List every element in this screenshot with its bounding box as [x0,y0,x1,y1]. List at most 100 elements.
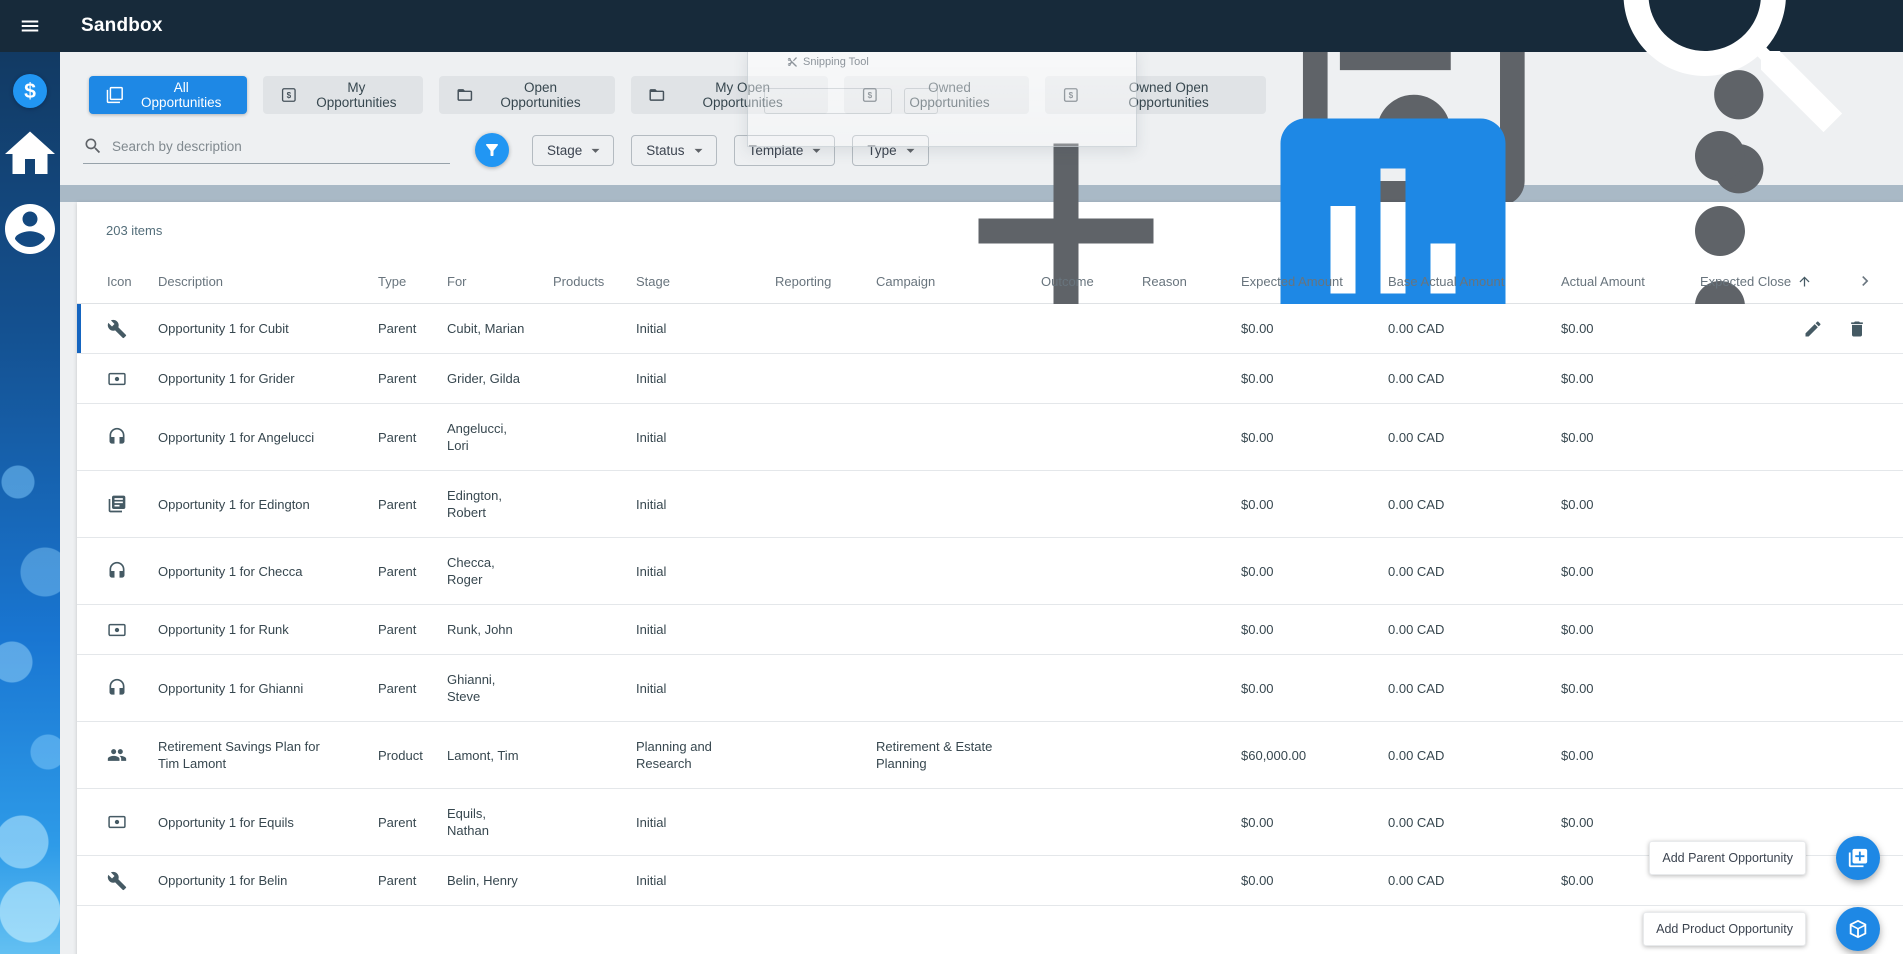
opportunities-grid: 203 items Icon Description Type For Products… [77,118,1903,954]
column-header-expected-close[interactable]: Expected Close [1700,273,1840,290]
table-row[interactable]: Opportunity 1 for Cubit Parent Cubit, Mari… [77,304,1903,354]
view-tab-open-opportunities[interactable]: Open Opportunities [439,75,615,114]
pagination-bar: Items per page [77,906,1903,954]
global-search-button[interactable] [1586,0,1886,176]
cell-stage: Initial [636,873,667,888]
column-header-products[interactable]: Products [553,273,636,290]
cell-expected-close [1700,555,1840,587]
cell-reporting [775,555,876,587]
table-row[interactable]: Opportunity 1 for Checca Parent Checca, Ro… [77,538,1903,605]
table-row[interactable]: Opportunity 1 for Ghianni Parent Ghianni, … [77,655,1903,722]
folder-icon [648,86,666,104]
column-header-actual-amount[interactable]: Actual Amount [1561,273,1700,290]
cell-expected-close [1700,739,1840,771]
filter-button[interactable] [475,133,509,167]
column-header-outcome[interactable]: Outcome [1041,273,1142,290]
cell-products [553,865,636,897]
cell-base-actual-amount: 0.00 CAD [1388,496,1445,512]
payment-icon [107,620,127,640]
sort-ascending-icon [1797,274,1812,289]
cell-base-actual-amount: 0.00 CAD [1388,563,1445,579]
view-tab-all-opportunities[interactable]: All Opportunities [89,75,247,114]
svg-text:$: $ [867,91,872,100]
search-input[interactable] [112,138,450,154]
cell-for: Runk, John [447,622,513,637]
cell-expected-close [1700,488,1840,520]
dropdown-label: Status [646,142,685,158]
cell-campaign [876,865,1041,897]
stage-filter-dropdown[interactable]: Stage [532,134,615,166]
cell-expected-amount: $0.00 [1241,622,1274,637]
cell-type: Parent [378,680,417,696]
template-filter-dropdown[interactable]: Template [733,134,836,166]
column-header-type[interactable]: Type [378,273,447,290]
dollar-icon: $ [13,74,47,108]
add-parent-opportunity-button[interactable] [1836,836,1880,880]
column-header-expected-amount[interactable]: Expected Amount [1241,273,1388,290]
cell-stage: Initial [636,429,667,445]
cell-actual-amount: $0.00 [1561,814,1594,830]
cell-campaign: Retirement & Estate Planning [876,739,993,771]
view-tab-my-opportunities[interactable]: $ My Opportunities [262,75,424,114]
delete-row-button[interactable] [1847,319,1867,339]
news-icon [107,494,127,514]
cell-description: Opportunity 1 for Equils [158,814,294,830]
column-header-description[interactable]: Description [158,273,378,290]
table-row[interactable]: Opportunity 1 for Runk Parent Runk, John In… [77,605,1903,655]
cell-description: Opportunity 1 for Ghianni [158,680,304,696]
filter-dropdowns: Stage Status Template Type [532,134,929,166]
column-header-campaign[interactable]: Campaign [876,273,1041,290]
table-row[interactable]: Retirement Savings Plan for Tim Lamont Pr… [77,722,1903,789]
table-row[interactable]: Opportunity 1 for Angelucci Parent Angeluc… [77,404,1903,471]
cell-type: Parent [378,371,417,386]
scroll-columns-right-button[interactable] [1840,271,1903,291]
cell-for: Equils, Nathan [447,806,489,838]
table-row[interactable]: Opportunity 1 for Belin Parent Belin, Henr… [77,856,1903,906]
table-row[interactable]: Opportunity 1 for Grider Parent Grider, Gi… [77,354,1903,404]
sidebar-item-opportunities[interactable]: $ [13,74,47,108]
column-header-reporting[interactable]: Reporting [775,273,876,290]
topbar: Sandbox [0,0,1903,133]
svg-text:$: $ [24,79,36,103]
cell-products [553,363,636,395]
cell-campaign [876,313,1041,345]
view-tab-my-open-opportunities[interactable]: My Open Opportunities [630,75,828,114]
cell-campaign [876,488,1041,520]
cell-type: Parent [378,622,417,637]
cell-expected-close [1700,614,1840,646]
cell-reporting [775,806,876,838]
cell-base-actual-amount: 0.00 CAD [1388,814,1445,830]
cell-reporting [775,421,876,453]
edit-row-button[interactable] [1803,319,1823,339]
cell-outcome [1041,421,1142,453]
column-header-icon[interactable]: Icon [107,273,158,290]
column-header-reason[interactable]: Reason [1142,273,1241,290]
sidebar-item-profile[interactable] [0,199,60,259]
menu-button[interactable] [0,15,60,37]
cell-campaign [876,806,1041,838]
cell-reason [1142,488,1241,520]
cell-stage: Initial [636,321,667,336]
cell-actual-amount: $0.00 [1561,429,1594,445]
cell-reporting [775,672,876,704]
svg-text:$: $ [286,91,291,100]
sidebar-item-home[interactable] [0,124,60,184]
status-filter-dropdown[interactable]: Status [631,134,717,166]
cell-reason [1142,672,1241,704]
column-header-stage[interactable]: Stage [636,273,775,290]
cell-description: Retirement Savings Plan for Tim Lamont [158,739,320,771]
cell-products [553,672,636,704]
table-row[interactable]: Opportunity 1 for Equils Parent Equils, Na… [77,789,1903,856]
cell-outcome [1041,313,1142,345]
cell-reason [1142,421,1241,453]
table-row[interactable]: Opportunity 1 for Edington Parent Edington… [77,471,1903,538]
wrench-icon [107,319,127,339]
add-product-opportunity-button[interactable] [1836,907,1880,951]
cell-reporting [775,363,876,395]
column-header-base-actual-amount[interactable]: Base Actual Amount [1388,273,1561,290]
cell-for: Edington, Robert [447,488,502,520]
cell-outcome [1041,363,1142,395]
cell-campaign [876,614,1041,646]
column-header-for[interactable]: For [447,273,553,290]
cell-for: Lamont, Tim [447,747,519,763]
